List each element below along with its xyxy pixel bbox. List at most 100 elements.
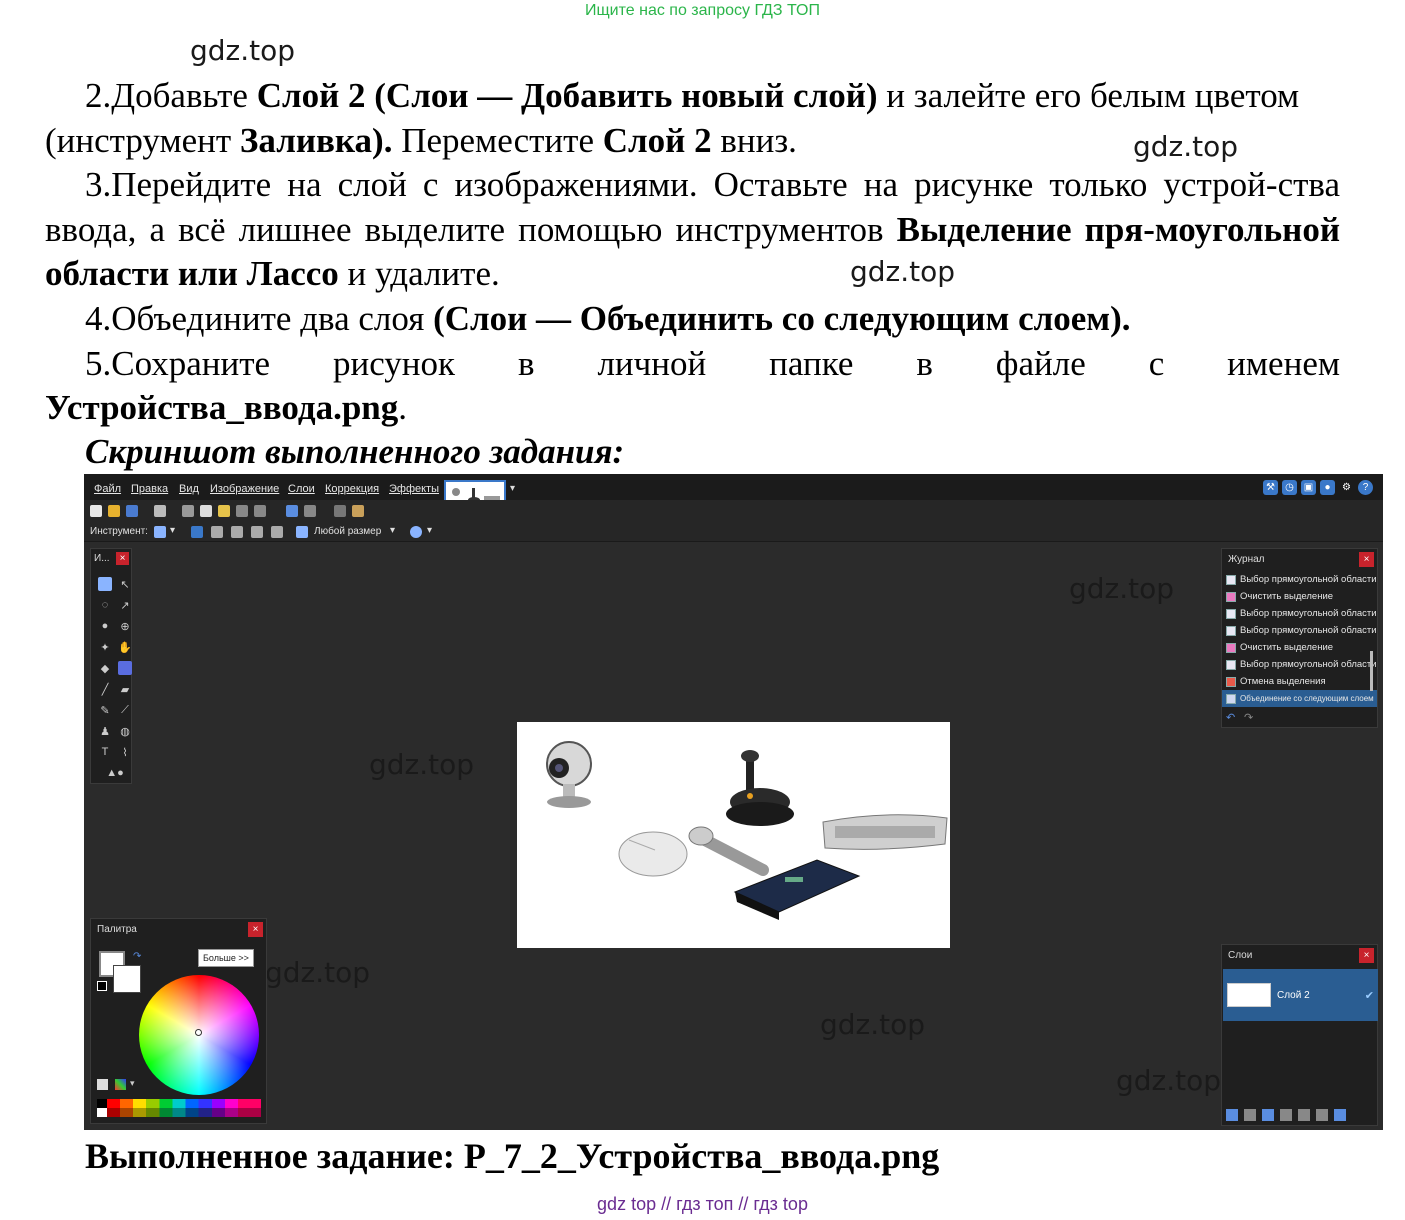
close-icon[interactable]: ×: [1359, 552, 1374, 567]
pencil-icon[interactable]: ✎: [98, 703, 112, 717]
gear-icon[interactable]: ⚙: [1339, 480, 1354, 495]
menu-edit[interactable]: Правка: [131, 483, 168, 495]
palette-menu-icon[interactable]: [115, 1079, 126, 1090]
zoom-icon[interactable]: ⊕: [118, 619, 132, 633]
selection-mode-intersect-icon[interactable]: [251, 526, 263, 538]
close-icon[interactable]: ×: [1359, 948, 1374, 963]
print-icon[interactable]: [154, 505, 166, 517]
selection-mode-union-icon[interactable]: [211, 526, 223, 538]
chevron-down-icon[interactable]: ▾: [427, 525, 432, 536]
add-color-icon[interactable]: [97, 1079, 108, 1090]
close-icon[interactable]: ×: [248, 922, 263, 937]
text-bold: Устройства_ввода.png: [45, 388, 399, 427]
swap-colors-icon[interactable]: ↷: [133, 951, 141, 962]
history-item[interactable]: Выбор прямоугольной области: [1222, 571, 1377, 588]
history-item[interactable]: Выбор прямоугольной области: [1222, 622, 1377, 639]
history-item[interactable]: Выбор прямоугольной области: [1222, 605, 1377, 622]
menu-layers[interactable]: Слои: [288, 483, 315, 495]
fixed-size-icon[interactable]: [296, 526, 308, 538]
duplicate-layer-icon[interactable]: [1262, 1109, 1274, 1121]
bottom-links[interactable]: gdz top // гдз топ // гдз top: [0, 1194, 1405, 1215]
history-item-selected[interactable]: Объединение со следующим слоем: [1222, 690, 1377, 707]
palette-swatches[interactable]: [97, 1099, 261, 1117]
clone-stamp-icon[interactable]: ♟: [98, 724, 112, 738]
pan-icon[interactable]: ✋: [118, 640, 132, 654]
ellipse-select-icon[interactable]: ●: [98, 619, 112, 633]
save-icon[interactable]: [126, 505, 138, 517]
current-tool-icon[interactable]: [154, 526, 166, 538]
shapes-icon[interactable]: ▲●: [98, 766, 132, 780]
selection-mode-invert-icon[interactable]: [271, 526, 283, 538]
lasso-icon[interactable]: ◌: [98, 598, 112, 612]
secondary-color-swatch[interactable]: [113, 965, 141, 993]
selection-mode-exclude-icon[interactable]: [231, 526, 243, 538]
history-item[interactable]: Очистить выделение: [1222, 588, 1377, 605]
gradient-icon[interactable]: [118, 661, 132, 675]
menu-effects[interactable]: Эффекты: [389, 483, 439, 495]
redo-icon[interactable]: [304, 505, 316, 517]
text: Переместите: [392, 120, 603, 160]
history-item[interactable]: Отмена выделения: [1222, 673, 1377, 690]
reset-colors-icon[interactable]: [97, 981, 107, 991]
canvas-image[interactable]: [517, 722, 950, 948]
color-picker-icon[interactable]: ⟋: [118, 703, 132, 717]
grid-icon[interactable]: [334, 505, 346, 517]
deselect-icon[interactable]: [254, 505, 266, 517]
undo-icon[interactable]: ↶: [1226, 711, 1235, 724]
swatch-row-dark[interactable]: [97, 1108, 261, 1117]
antialias-icon[interactable]: [410, 526, 422, 538]
help-icon[interactable]: ?: [1358, 480, 1373, 495]
more-button[interactable]: Больше >>: [198, 949, 254, 967]
line-curve-icon[interactable]: ⌇: [118, 745, 132, 759]
menu-file[interactable]: Файл: [94, 483, 121, 495]
menu-image[interactable]: Изображение: [210, 483, 279, 495]
paintbrush-icon[interactable]: ╱: [98, 682, 112, 696]
chevron-down-icon[interactable]: ▾: [170, 525, 175, 536]
color-wheel-handle[interactable]: [195, 1029, 202, 1036]
swatch-row-bright[interactable]: [97, 1099, 261, 1108]
ruler-icon[interactable]: [352, 505, 364, 517]
delete-layer-icon[interactable]: [1244, 1109, 1256, 1121]
move-layer-up-icon[interactable]: [1298, 1109, 1310, 1121]
chevron-down-icon[interactable]: ▾: [510, 483, 515, 494]
rectangle-select-icon[interactable]: [98, 577, 112, 591]
move-selected-icon[interactable]: ↗: [118, 598, 132, 612]
move-selection-icon[interactable]: ↖: [118, 577, 132, 591]
history-toggle-icon[interactable]: ◷: [1282, 480, 1297, 495]
undo-icon[interactable]: [286, 505, 298, 517]
new-file-icon[interactable]: [90, 505, 102, 517]
crop-icon[interactable]: [236, 505, 248, 517]
layer-properties-icon[interactable]: [1334, 1109, 1346, 1121]
layers-toggle-icon[interactable]: ▣: [1301, 480, 1316, 495]
tools-panel: И... × ↖ ◌ ↗ ● ⊕ ✦ ✋ ◆ ╱ ▰ ✎ ⟋ ♟ ◍ T ⌇ ▲…: [90, 548, 132, 784]
history-item[interactable]: Очистить выделение: [1222, 639, 1377, 656]
merge-layer-down-icon[interactable]: [1280, 1109, 1292, 1121]
chevron-down-icon[interactable]: ▾: [390, 525, 395, 536]
history-scrollbar[interactable]: [1370, 651, 1373, 691]
magic-wand-icon[interactable]: ✦: [98, 640, 112, 654]
layer-visibility-checkbox[interactable]: ✔: [1365, 989, 1374, 1002]
close-icon[interactable]: ×: [116, 552, 129, 565]
tools-toggle-icon[interactable]: ⚒: [1263, 480, 1278, 495]
layer-item[interactable]: Слой 2 ✔: [1223, 969, 1378, 1021]
text-icon[interactable]: T: [98, 745, 112, 759]
open-file-icon[interactable]: [108, 505, 120, 517]
copy-icon[interactable]: [200, 505, 212, 517]
menu-view[interactable]: Вид: [179, 483, 199, 495]
selection-mode-replace-icon[interactable]: [191, 526, 203, 538]
move-layer-down-icon[interactable]: [1316, 1109, 1328, 1121]
palette-toggle-icon[interactable]: ●: [1320, 480, 1335, 495]
add-layer-icon[interactable]: [1226, 1109, 1238, 1121]
recolor-icon[interactable]: ◍: [118, 724, 132, 738]
cut-icon[interactable]: [182, 505, 194, 517]
chevron-down-icon[interactable]: ▾: [130, 1078, 135, 1089]
eraser-icon[interactable]: ▰: [118, 682, 132, 696]
top-banner[interactable]: Ищите нас по запросу ГДЗ ТОП: [0, 2, 1405, 20]
redo-icon[interactable]: ↷: [1244, 711, 1253, 724]
history-item[interactable]: Выбор прямоугольной области: [1222, 656, 1377, 673]
paint-bucket-icon[interactable]: ◆: [98, 661, 112, 675]
menu-adjustments[interactable]: Коррекция: [325, 483, 379, 495]
paste-icon[interactable]: [218, 505, 230, 517]
text: и удалите.: [338, 254, 500, 293]
size-mode-select[interactable]: Любой размер: [314, 526, 381, 537]
